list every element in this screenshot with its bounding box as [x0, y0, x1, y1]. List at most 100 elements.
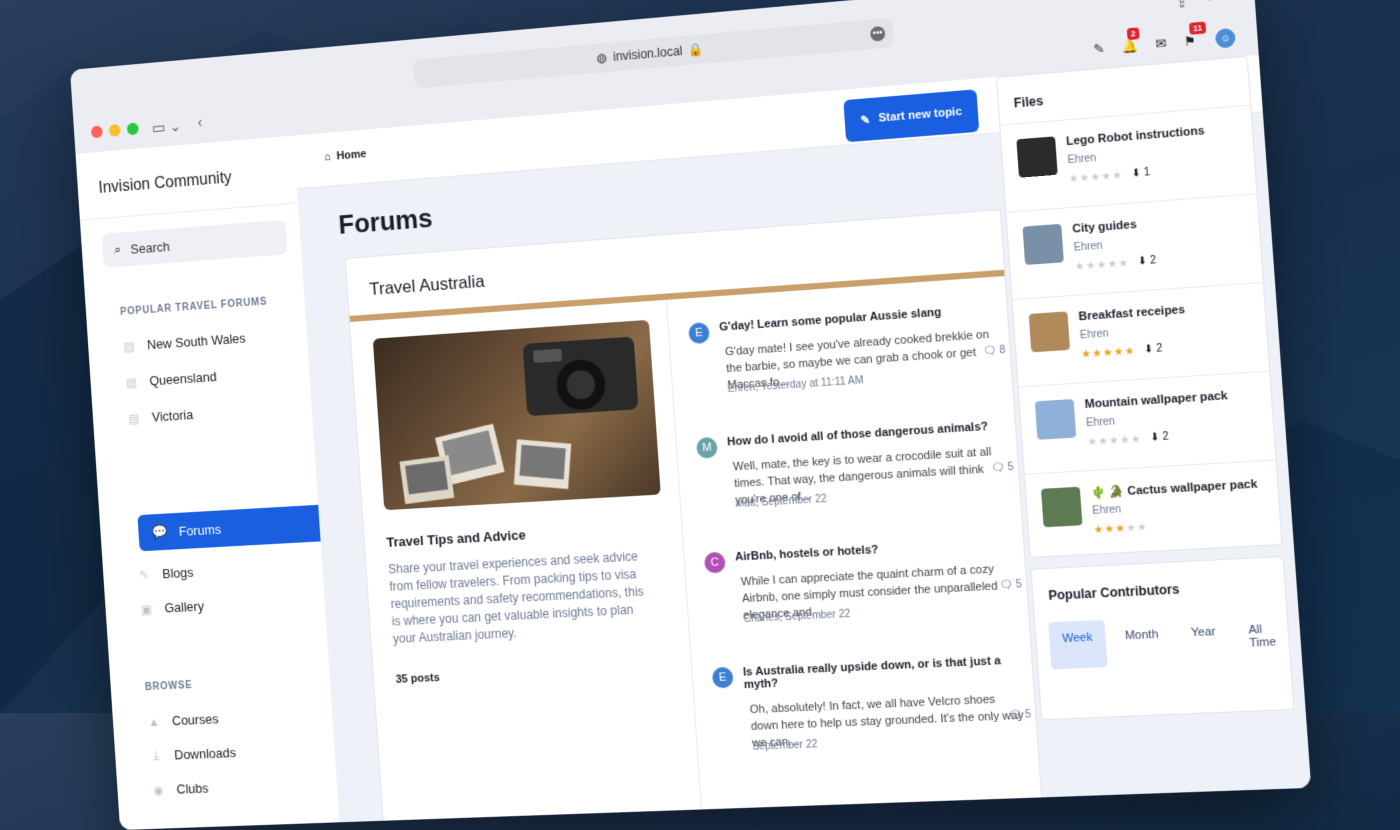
file-name[interactable]: Mountain wallpaper pack: [1084, 390, 1228, 412]
file-name[interactable]: Breakfast receipes: [1078, 303, 1185, 323]
sidebar-item-gallery[interactable]: ▣ Gallery: [139, 598, 205, 617]
star-icon: ★: [1119, 434, 1132, 447]
tab-overview-icon[interactable]: ⧉: [1229, 0, 1242, 4]
browse-heading: BROWSE: [144, 679, 193, 694]
file-thumbnail: [1022, 223, 1064, 265]
home-icon: ⌂: [323, 150, 332, 164]
forum-post-count: 35 posts: [395, 671, 441, 686]
topic-title[interactable]: AirBnb, hostels or hotels?: [735, 536, 1020, 564]
flag-icon[interactable]: ⚑ 11: [1183, 21, 1206, 49]
popular-forums-heading: POPULAR TRAVEL FORUMS: [119, 296, 268, 318]
file-item[interactable]: Breakfast receipes Ehren ★★★★★ ⬇ 2: [1012, 281, 1270, 388]
document-icon: ▤: [123, 338, 135, 354]
star-icon: ★: [1114, 522, 1127, 536]
sidebar-item-downloads[interactable]: ⤓ Downloads: [149, 745, 236, 764]
close-window-button[interactable]: [90, 125, 103, 139]
file-name[interactable]: 🌵 🐊 Cactus wallpaper pack: [1091, 477, 1258, 500]
tab-week[interactable]: Week: [1048, 619, 1108, 670]
comment-icon: 🗨: [982, 345, 997, 358]
files-heading: Files: [1013, 93, 1044, 111]
forum-cover-image[interactable]: [372, 319, 661, 511]
bell-icon[interactable]: 🔔 2: [1121, 27, 1140, 55]
sidebar-item-new-south-wales[interactable]: ▤ New South Wales: [122, 330, 246, 354]
images-icon: ▣: [140, 601, 153, 617]
main-content: ⌂ Home ✎ Start new topic Forums Travel A…: [293, 54, 1312, 830]
file-thumbnail: [1040, 486, 1083, 528]
author-avatar: C: [703, 551, 726, 574]
sidebar-toggle-icon[interactable]: ▭ ⌄: [151, 117, 182, 138]
sidebar-item-courses[interactable]: ▲ Courses: [147, 711, 219, 729]
topic-item[interactable]: E G'day! Learn some popular Aussie slang…: [688, 302, 1009, 417]
star-icon: ★: [1111, 169, 1124, 183]
category-title[interactable]: Travel Australia: [369, 271, 486, 300]
url-text: invision.local: [612, 43, 683, 65]
maximize-window-button[interactable]: [126, 122, 139, 136]
sidebar-item-label: Forums: [178, 521, 222, 539]
topic-title[interactable]: Is Australia really upside down, or is t…: [743, 653, 1029, 692]
topic-item[interactable]: C AirBnb, hostels or hotels? While I can…: [703, 536, 1025, 647]
star-icon: ★: [1074, 260, 1087, 274]
camera-photo-illustration: [399, 336, 639, 505]
comment-count: 5: [1024, 708, 1032, 721]
sidebar-item-label: Gallery: [164, 598, 205, 616]
star-icon: ★: [1087, 436, 1099, 449]
file-name[interactable]: Lego Robot instructions: [1066, 125, 1205, 149]
tab-all-time[interactable]: All Time: [1234, 611, 1291, 661]
compose-icon[interactable]: ✎: [1093, 41, 1105, 57]
more-icon[interactable]: •••: [869, 25, 886, 42]
sidebar-item-label: New South Wales: [146, 330, 247, 353]
minimize-window-button[interactable]: [108, 123, 121, 137]
contributors-heading: Popular Contributors: [1047, 581, 1180, 604]
file-author: Ehren: [1091, 503, 1122, 518]
file-thumbnail: [1028, 311, 1071, 353]
star-icon: ★: [1102, 347, 1115, 360]
comment-count: 5: [1015, 578, 1023, 591]
tab-year[interactable]: Year: [1177, 614, 1231, 664]
forum-title[interactable]: Travel Tips and Advice: [386, 527, 526, 550]
contributors-tabs: Week Month Year All Time: [1048, 611, 1291, 670]
compose-icon: ✎: [860, 113, 871, 127]
file-rating: ★★★★★: [1075, 258, 1130, 274]
download-count: 2: [1155, 342, 1163, 356]
sidebar-item-forums[interactable]: 💬 Forums: [137, 504, 333, 552]
topic-item[interactable]: M How do I avoid all of those dangerous …: [695, 419, 1017, 532]
sidebar-item-clubs[interactable]: ◉ Clubs: [151, 780, 209, 797]
new-tab-icon[interactable]: +: [1204, 0, 1215, 6]
pencil-icon: ✎: [138, 567, 150, 583]
sidebar-item-queensland[interactable]: ▤ Queensland: [124, 369, 217, 390]
search-input[interactable]: ⌕ Search: [101, 219, 288, 268]
envelope-icon[interactable]: ✉: [1155, 36, 1167, 52]
site-brand[interactable]: Invision Community: [98, 169, 232, 198]
file-downloads: ⬇ 2: [1144, 343, 1163, 356]
file-name[interactable]: City guides: [1072, 218, 1137, 236]
share-icon[interactable]: ⇪: [1174, 0, 1189, 12]
star-icon: ★: [1085, 259, 1098, 273]
search-placeholder: Search: [130, 238, 171, 257]
star-icon: ★: [1104, 523, 1116, 536]
author-avatar: E: [711, 666, 734, 689]
window-controls: [90, 122, 139, 139]
sidebar-item-label: Downloads: [173, 744, 237, 763]
star-icon: ★: [1107, 258, 1119, 271]
sidebar-item-blogs[interactable]: ✎ Blogs: [137, 565, 194, 583]
address-bar[interactable]: ◍ invision.local 🔒 •••: [413, 17, 895, 89]
search-icon: ⌕: [113, 241, 122, 258]
author-avatar: E: [688, 321, 711, 345]
breadcrumb[interactable]: ⌂ Home: [324, 148, 367, 164]
download-count: 1: [1143, 166, 1151, 179]
download-icon: ⬇: [1149, 431, 1160, 444]
file-item[interactable]: Mountain wallpaper pack Ehren ★★★★★ ⬇ 2: [1018, 370, 1276, 475]
download-icon: ⬇: [1137, 255, 1148, 268]
file-author: Ehren: [1073, 240, 1103, 255]
document-icon: ▤: [127, 410, 140, 426]
file-rating: ★★★★★: [1081, 346, 1136, 361]
sidebar-item-label: Courses: [171, 711, 219, 729]
topic-comments: 🗨 5: [991, 462, 1014, 475]
file-item[interactable]: 🌵 🐊 Cactus wallpaper pack Ehren ★★★★★: [1024, 459, 1282, 563]
file-downloads: ⬇ 1: [1131, 167, 1150, 180]
user-avatar[interactable]: ☺: [1212, 25, 1239, 52]
file-author: Ehren: [1085, 415, 1116, 430]
tab-month[interactable]: Month: [1111, 617, 1174, 667]
sidebar-item-victoria[interactable]: ▤ Victoria: [127, 407, 194, 426]
back-icon[interactable]: ‹: [197, 114, 203, 132]
